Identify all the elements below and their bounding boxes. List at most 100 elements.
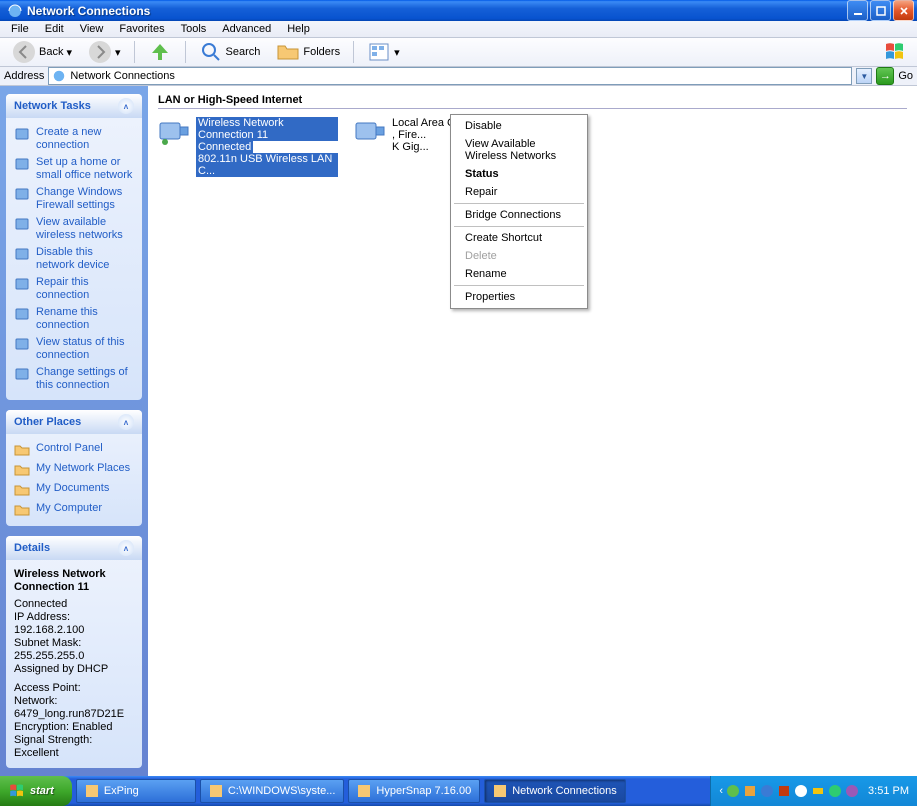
back-button[interactable]: Back ▾ bbox=[6, 38, 78, 66]
context-menu-item[interactable]: Create Shortcut bbox=[453, 229, 585, 247]
details-name: Wireless Network Connection 11 bbox=[14, 568, 134, 594]
clock[interactable]: 3:51 PM bbox=[868, 785, 909, 797]
folders-label: Folders bbox=[303, 46, 340, 58]
context-menu-item[interactable]: Bridge Connections bbox=[453, 206, 585, 224]
system-tray[interactable]: ‹ 3:51 PM bbox=[710, 776, 917, 806]
forward-icon bbox=[88, 40, 112, 64]
tray-chevron-icon[interactable]: ‹ bbox=[719, 785, 723, 797]
context-menu-item: Delete bbox=[453, 247, 585, 265]
details-net: Network: 6479_long.run87D21E bbox=[14, 695, 134, 721]
context-menu-item[interactable]: Repair bbox=[453, 183, 585, 201]
conn-dev: K Gig... bbox=[392, 141, 429, 153]
taskbar-item-label: ExPing bbox=[104, 785, 139, 797]
tray-icon[interactable] bbox=[811, 784, 825, 798]
toolbar: Back ▾ ▾ Search Folders ▾ bbox=[0, 38, 917, 67]
place-link[interactable]: Control Panel bbox=[14, 440, 134, 460]
tray-icon[interactable] bbox=[777, 784, 791, 798]
close-button[interactable] bbox=[893, 0, 914, 21]
tray-icon[interactable] bbox=[760, 784, 774, 798]
taskbar-item[interactable]: C:\WINDOWS\syste... bbox=[200, 779, 345, 803]
views-button[interactable]: ▾ bbox=[361, 38, 406, 66]
app-icon bbox=[7, 3, 23, 19]
other-places-panel: Other Places ʌ Control Panel My Network P… bbox=[6, 410, 142, 526]
context-menu-item[interactable]: View Available Wireless Networks bbox=[453, 135, 585, 165]
forward-button[interactable]: ▾ bbox=[82, 38, 127, 66]
tray-icon[interactable] bbox=[794, 784, 808, 798]
folders-icon bbox=[276, 40, 300, 64]
tray-icon[interactable] bbox=[743, 784, 757, 798]
start-button[interactable]: start bbox=[0, 776, 72, 806]
start-label: start bbox=[30, 785, 54, 797]
content-area: LAN or High-Speed Internet Wireless Netw… bbox=[148, 86, 917, 776]
conn-name: Wireless Network Connection 11 bbox=[196, 117, 338, 141]
details-header[interactable]: Details ʌ bbox=[6, 536, 142, 560]
tray-icon[interactable] bbox=[828, 784, 842, 798]
taskbar-item[interactable]: ExPing bbox=[76, 779, 196, 803]
task-link[interactable]: View status of this connection bbox=[14, 334, 134, 364]
up-button[interactable] bbox=[142, 38, 178, 66]
taskbar: start ExPing C:\WINDOWS\syste...HyperSnap… bbox=[0, 776, 917, 806]
menu-edit[interactable]: Edit bbox=[38, 21, 71, 37]
group-header: LAN or High-Speed Internet bbox=[158, 94, 907, 109]
minimize-button[interactable] bbox=[847, 0, 868, 21]
taskbar-item-icon bbox=[357, 784, 371, 798]
place-link[interactable]: My Network Places bbox=[14, 460, 134, 480]
task-link[interactable]: Change settings of this connection bbox=[14, 364, 134, 394]
details-state: Connected bbox=[14, 598, 134, 611]
taskbar-item-icon bbox=[209, 784, 223, 798]
taskbar-item[interactable]: HyperSnap 7.16.00 bbox=[348, 779, 480, 803]
context-menu-item[interactable]: Status bbox=[453, 165, 585, 183]
task-icon bbox=[14, 366, 30, 382]
menu-separator bbox=[454, 203, 584, 204]
menu-help[interactable]: Help bbox=[280, 21, 317, 37]
place-link[interactable]: My Computer bbox=[14, 500, 134, 520]
task-link[interactable]: Set up a home or small office network bbox=[14, 154, 134, 184]
back-icon bbox=[12, 40, 36, 64]
task-link[interactable]: View available wireless networks bbox=[14, 214, 134, 244]
place-label: My Network Places bbox=[36, 462, 130, 475]
network-adapter-icon bbox=[158, 117, 190, 149]
context-menu-item[interactable]: Rename bbox=[453, 265, 585, 283]
maximize-button[interactable] bbox=[870, 0, 891, 21]
menu-favorites[interactable]: Favorites bbox=[112, 21, 171, 37]
menu-view[interactable]: View bbox=[73, 21, 111, 37]
panel-title: Details bbox=[14, 542, 50, 554]
task-link[interactable]: Disable this network device bbox=[14, 244, 134, 274]
details-dhcp: Assigned by DHCP bbox=[14, 663, 134, 676]
menu-file[interactable]: File bbox=[4, 21, 36, 37]
chevron-down-icon: ▼ bbox=[860, 72, 868, 81]
address-input[interactable]: Network Connections bbox=[48, 67, 852, 85]
task-icon bbox=[14, 306, 30, 322]
tray-icon[interactable] bbox=[845, 784, 859, 798]
connection-item-wireless[interactable]: Wireless Network Connection 11 Connected… bbox=[158, 117, 338, 177]
network-adapter-icon bbox=[354, 117, 386, 149]
taskbar-item[interactable]: Network Connections bbox=[484, 779, 626, 803]
folder-icon bbox=[14, 482, 30, 498]
folder-icon bbox=[14, 462, 30, 478]
task-link[interactable]: Repair this connection bbox=[14, 274, 134, 304]
task-label: View available wireless networks bbox=[36, 216, 134, 242]
folders-button[interactable]: Folders bbox=[270, 38, 346, 66]
sidebar: Network Tasks ʌ Create a new connectionS… bbox=[0, 86, 148, 776]
up-icon bbox=[148, 40, 172, 64]
menu-tools[interactable]: Tools bbox=[174, 21, 214, 37]
toolbar-separator bbox=[134, 41, 135, 63]
task-label: Change Windows Firewall settings bbox=[36, 186, 134, 212]
place-link[interactable]: My Documents bbox=[14, 480, 134, 500]
search-button[interactable]: Search bbox=[193, 38, 267, 66]
context-menu-item[interactable]: Properties bbox=[453, 288, 585, 306]
context-menu-item[interactable]: Disable bbox=[453, 117, 585, 135]
other-places-header[interactable]: Other Places ʌ bbox=[6, 410, 142, 434]
network-tasks-header[interactable]: Network Tasks ʌ bbox=[6, 94, 142, 118]
collapse-icon: ʌ bbox=[118, 540, 134, 556]
go-button[interactable]: → bbox=[876, 67, 894, 85]
conn-state: , Fire... bbox=[392, 129, 426, 141]
tray-icon[interactable] bbox=[726, 784, 740, 798]
place-label: My Computer bbox=[36, 502, 102, 515]
menu-advanced[interactable]: Advanced bbox=[215, 21, 278, 37]
address-dropdown[interactable]: ▼ bbox=[856, 68, 872, 84]
task-link[interactable]: Rename this connection bbox=[14, 304, 134, 334]
task-link[interactable]: Create a new connection bbox=[14, 124, 134, 154]
task-link[interactable]: Change Windows Firewall settings bbox=[14, 184, 134, 214]
taskbar-item-label: Network Connections bbox=[512, 785, 617, 797]
